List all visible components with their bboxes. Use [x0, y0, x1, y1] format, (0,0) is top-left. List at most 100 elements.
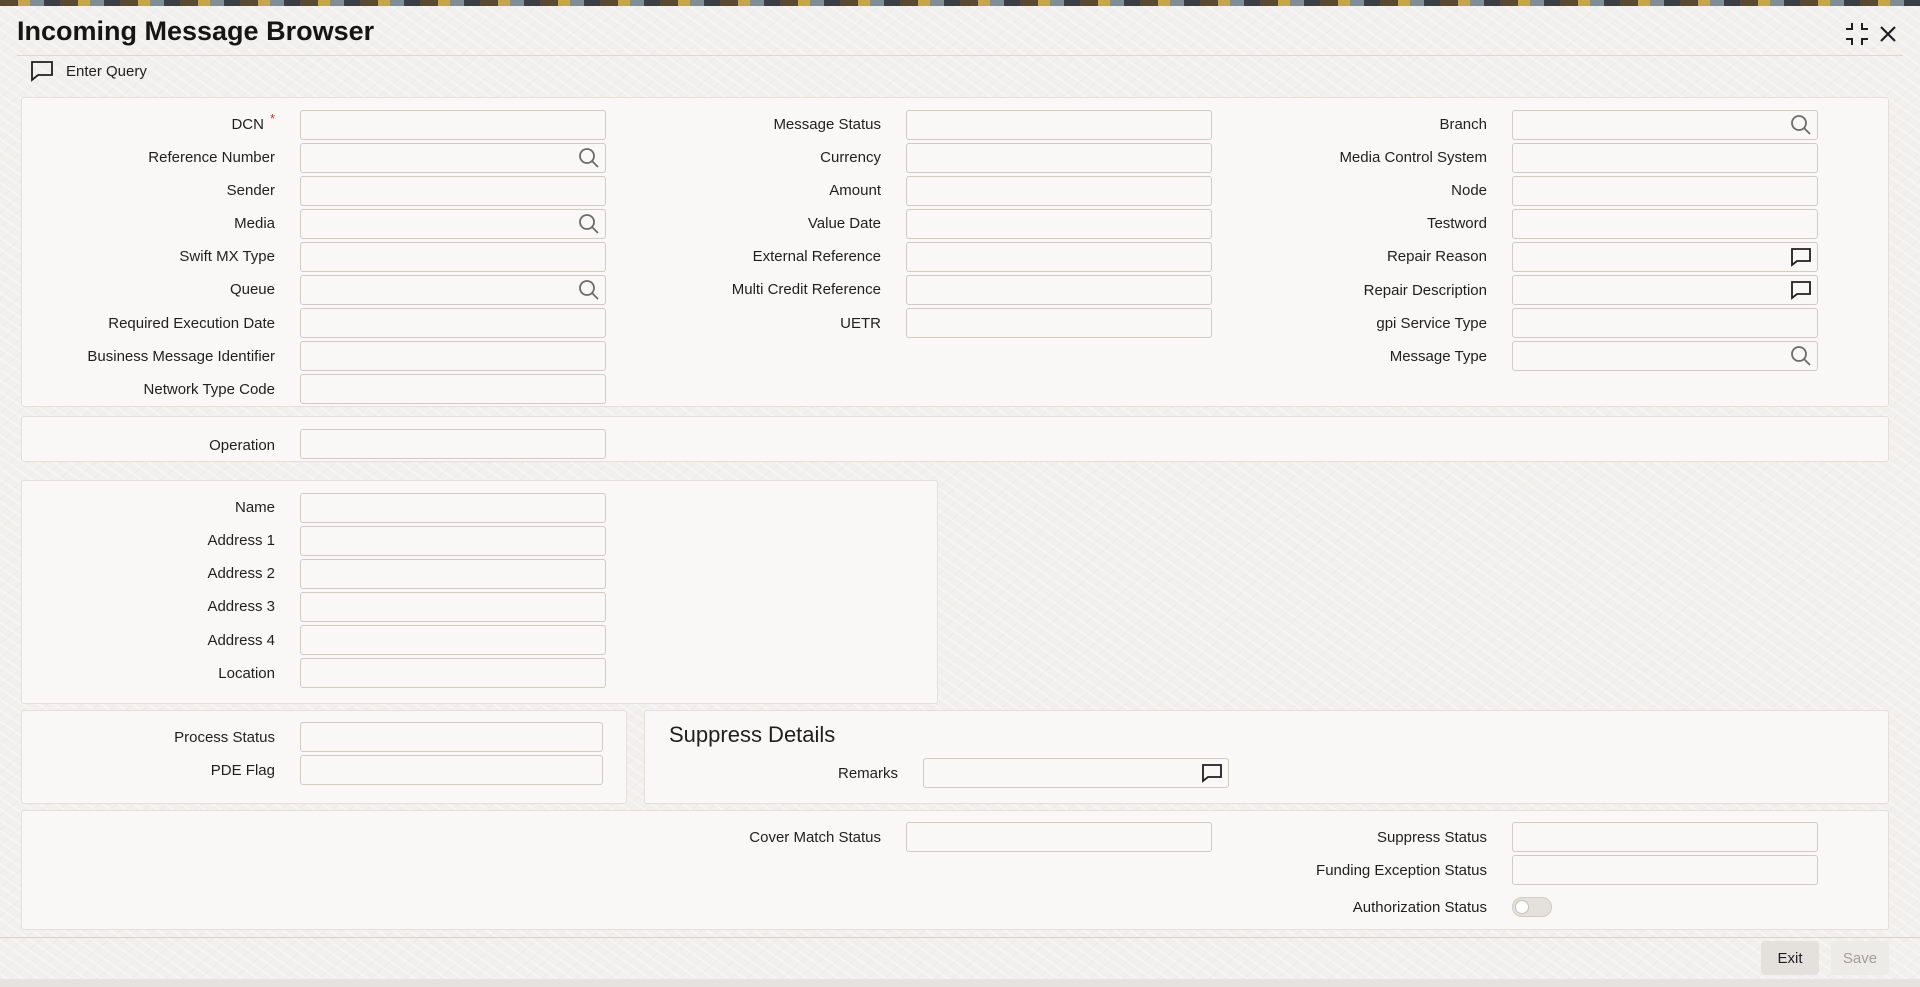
required-execution-date-label: Required Execution Date	[108, 315, 275, 332]
business-message-identifier-input[interactable]	[300, 341, 606, 371]
reference-number-label: Reference Number	[148, 149, 275, 166]
sender-input[interactable]	[300, 176, 606, 206]
footer-bar	[0, 937, 1920, 987]
testword-input[interactable]	[1512, 209, 1818, 239]
network-type-code-label: Network Type Code	[143, 381, 275, 398]
multi-credit-reference-input[interactable]	[906, 275, 1212, 305]
name-label: Name	[234, 499, 275, 516]
address-2-input[interactable]	[300, 559, 606, 589]
multi-credit-reference-label: Multi Credit Reference	[731, 281, 881, 298]
swift-mx-type-label: Swift MX Type	[179, 248, 275, 265]
node-input[interactable]	[1512, 176, 1818, 206]
message-status-label: Message Status	[773, 116, 881, 133]
amount-input[interactable]	[906, 176, 1212, 206]
media-control-system-input[interactable]	[1512, 143, 1818, 173]
message-status-input[interactable]	[906, 110, 1212, 140]
dcn-input[interactable]	[300, 110, 606, 140]
currency-input[interactable]	[906, 143, 1212, 173]
network-type-code-input[interactable]	[300, 374, 606, 404]
media-control-system-label: Media Control System	[1339, 149, 1487, 166]
node-label: Node	[1451, 182, 1487, 199]
operation-label: Operation	[209, 437, 275, 454]
branch-label: Branch	[1439, 116, 1487, 133]
title-divider	[17, 55, 1903, 56]
suppress-status-input[interactable]	[1512, 822, 1818, 852]
cover-match-status-label: Cover Match Status	[749, 829, 881, 846]
currency-label: Currency	[820, 149, 881, 166]
toggle-knob	[1515, 900, 1529, 914]
enter-query-label: Enter Query	[66, 62, 147, 80]
search-icon[interactable]	[1789, 113, 1813, 137]
suppress-details-panel: Suppress Details Remarks	[644, 710, 1889, 804]
close-icon[interactable]	[1874, 20, 1902, 48]
queue-label: Queue	[229, 281, 275, 298]
operation-panel: Operation	[21, 416, 1889, 462]
address-1-input[interactable]	[300, 526, 606, 556]
main-criteria-panel: DCN * Reference Number Sender Media Swift…	[21, 97, 1889, 407]
uetr-label: UETR	[840, 315, 881, 332]
required-execution-date-input[interactable]	[300, 308, 606, 338]
message-type-input[interactable]	[1512, 341, 1818, 371]
gpi-service-type-input[interactable]	[1512, 308, 1818, 338]
value-date-input[interactable]	[906, 209, 1212, 239]
process-status-input[interactable]	[300, 722, 603, 752]
branch-input[interactable]	[1512, 110, 1818, 140]
sender-label: Sender	[226, 182, 275, 199]
media-label: Media	[234, 215, 275, 232]
repair-reason-label: Repair Reason	[1386, 248, 1487, 265]
chat-bubble-icon[interactable]	[1789, 245, 1813, 269]
address-1-label: Address 1	[207, 532, 275, 549]
remarks-input[interactable]	[923, 758, 1229, 788]
address-3-label: Address 3	[207, 598, 275, 615]
compress-icon[interactable]	[1843, 20, 1871, 48]
suppress-status-label: Suppress Status	[1376, 829, 1487, 846]
funding-exception-status-label: Funding Exception Status	[1316, 862, 1487, 879]
swift-mx-type-input[interactable]	[300, 242, 606, 272]
testword-label: Testword	[1426, 215, 1487, 232]
address-3-input[interactable]	[300, 592, 606, 622]
chat-bubble-icon[interactable]	[1200, 761, 1224, 785]
queue-input[interactable]	[300, 275, 606, 305]
business-message-identifier-label: Business Message Identifier	[87, 348, 275, 365]
exit-button[interactable]: Exit	[1761, 941, 1819, 975]
address-4-label: Address 4	[207, 632, 275, 649]
chat-bubble-icon[interactable]	[1789, 278, 1813, 302]
process-status-label: Process Status	[174, 729, 275, 746]
repair-description-input[interactable]	[1512, 275, 1818, 305]
amount-label: Amount	[829, 182, 881, 199]
search-icon[interactable]	[577, 278, 601, 302]
address-2-label: Address 2	[207, 565, 275, 582]
repair-description-label: Repair Description	[1363, 282, 1487, 299]
media-input[interactable]	[300, 209, 606, 239]
page-title: Incoming Message Browser	[17, 16, 375, 46]
external-reference-label: External Reference	[752, 248, 881, 265]
search-icon[interactable]	[1789, 344, 1813, 368]
process-panel: Process Status PDE Flag	[21, 710, 627, 804]
authorization-status-label: Authorization Status	[1352, 899, 1487, 916]
operation-input[interactable]	[300, 429, 606, 459]
funding-exception-status-input[interactable]	[1512, 855, 1818, 885]
search-icon[interactable]	[577, 212, 601, 236]
authorization-status-toggle[interactable]	[1512, 897, 1552, 917]
address-panel: Name Address 1 Address 2 Address 3 Addre…	[21, 480, 938, 704]
name-input[interactable]	[300, 493, 606, 523]
enter-query-button[interactable]: Enter Query	[29, 58, 147, 84]
gpi-service-type-label: gpi Service Type	[1376, 315, 1487, 332]
pde-flag-input[interactable]	[300, 755, 603, 785]
title-bar: Incoming Message Browser	[0, 6, 1920, 56]
search-icon[interactable]	[577, 146, 601, 170]
cover-match-status-input[interactable]	[906, 822, 1212, 852]
value-date-label: Value Date	[807, 215, 881, 232]
save-button[interactable]: Save	[1831, 941, 1889, 975]
status-panel: Cover Match Status Suppress Status Fundi…	[21, 810, 1889, 930]
pde-flag-label: PDE Flag	[210, 762, 275, 779]
repair-reason-input[interactable]	[1512, 242, 1818, 272]
location-input[interactable]	[300, 658, 606, 688]
uetr-input[interactable]	[906, 308, 1212, 338]
external-reference-input[interactable]	[906, 242, 1212, 272]
remarks-label: Remarks	[837, 765, 898, 782]
address-4-input[interactable]	[300, 625, 606, 655]
location-label: Location	[218, 665, 275, 682]
dcn-label: DCN *	[231, 111, 275, 133]
reference-number-input[interactable]	[300, 143, 606, 173]
